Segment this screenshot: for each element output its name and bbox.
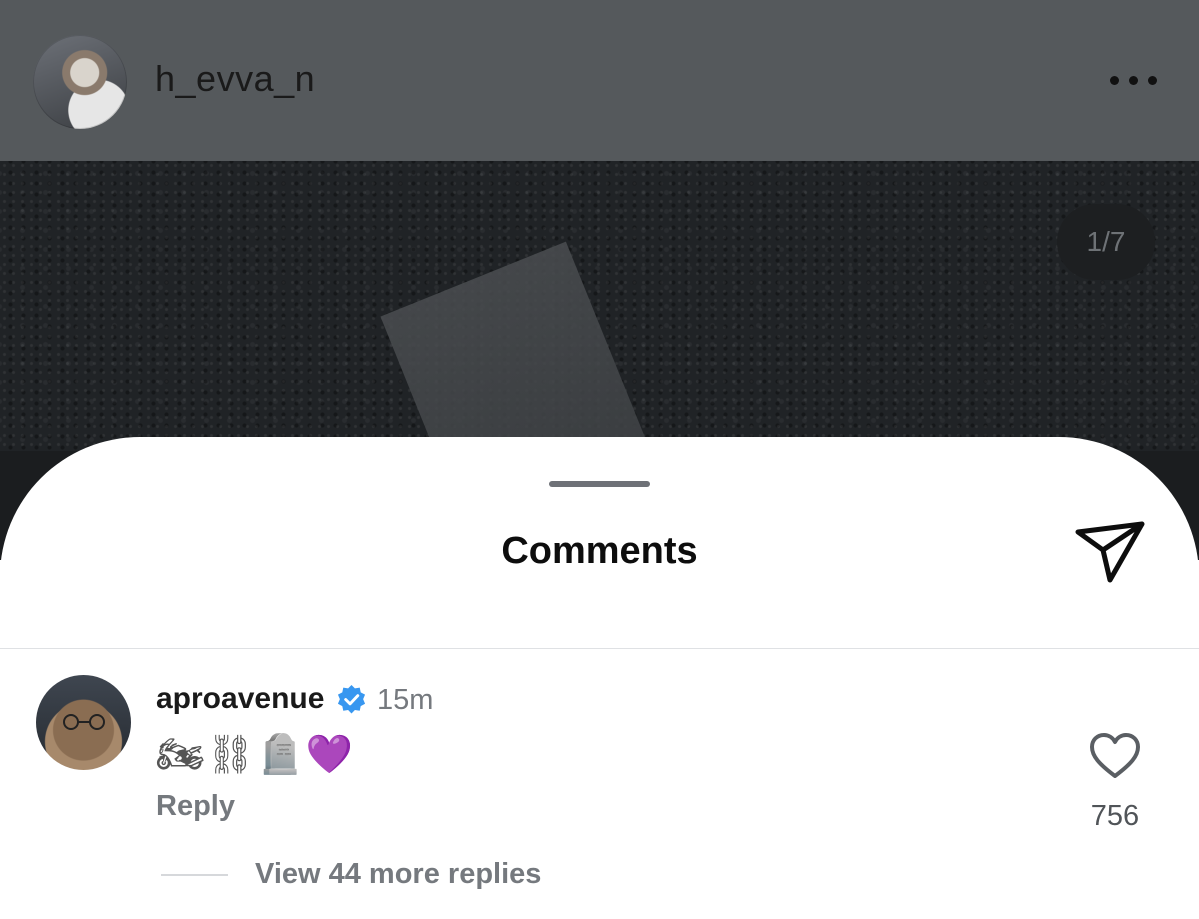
- commenter-avatar[interactable]: [36, 675, 131, 770]
- send-icon[interactable]: [1074, 520, 1146, 586]
- carousel-page-indicator: 1/7: [1057, 204, 1155, 280]
- verified-badge-icon: [337, 684, 366, 714]
- commenter-username[interactable]: aproavenue: [156, 682, 324, 716]
- glasses-detail: [63, 714, 105, 730]
- comments-title: Comments: [501, 530, 698, 572]
- post-header: h_evva_n: [0, 0, 1199, 161]
- comment-timestamp: 15m: [377, 684, 434, 716]
- view-more-replies-button[interactable]: View 44 more replies: [255, 858, 541, 891]
- author-avatar[interactable]: [33, 35, 127, 129]
- more-options-icon[interactable]: [1108, 70, 1160, 92]
- heart-icon[interactable]: [1089, 732, 1141, 780]
- author-username[interactable]: h_evva_n: [155, 58, 315, 100]
- sheet-drag-handle[interactable]: [549, 481, 650, 487]
- comment-text: 🏍⛓🪦💜: [156, 732, 356, 776]
- sheet-divider: [0, 648, 1199, 649]
- reply-button[interactable]: Reply: [156, 790, 235, 823]
- like-count: 756: [1090, 800, 1140, 832]
- replies-divider-line: [161, 874, 228, 876]
